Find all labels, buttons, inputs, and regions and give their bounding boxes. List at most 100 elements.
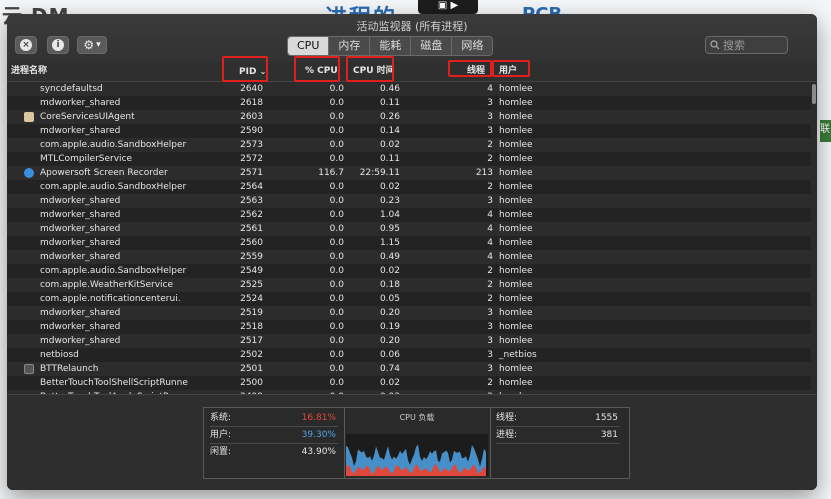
process-pid: 2571 [240, 168, 263, 178]
process-pid: 2618 [240, 98, 263, 108]
process-cpu-percent: 0.0 [329, 140, 344, 150]
search-input[interactable] [720, 38, 779, 52]
cpu-load-graph [346, 434, 488, 476]
tab-cpu[interactable]: CPU [288, 37, 330, 55]
process-cpu-time: 0.14 [379, 126, 400, 136]
process-pid: 2563 [240, 196, 263, 206]
table-row[interactable]: netbiosd 2502 0.0 0.06 3 _netbios [7, 348, 811, 362]
process-threads: 4 [487, 224, 493, 234]
table-row[interactable]: mdworker_shared 2563 0.0 0.23 3 homlee [7, 194, 811, 208]
process-pid: 2572 [240, 154, 263, 164]
chevron-down-icon: ▾ [96, 40, 101, 50]
process-cpu-percent: 0.0 [329, 210, 344, 220]
tab-bar: CPU 内存 能耗 磁盘 网络 [287, 36, 494, 56]
process-cpu-percent: 0.0 [329, 364, 344, 374]
info-icon: i [52, 39, 64, 51]
process-cpu-time: 0.23 [379, 196, 400, 206]
process-name: mdworker_shared [40, 210, 121, 220]
tab-energy[interactable]: 能耗 [370, 37, 412, 55]
process-cpu-time: 1.04 [379, 210, 400, 220]
table-row[interactable]: com.apple.audio.SandboxHelper 2573 0.0 0.02… [7, 138, 811, 152]
process-cpu-percent: 0.0 [329, 252, 344, 262]
table-row[interactable]: CoreServicesUIAgent 2603 0.0 0.26 3 homlee [7, 110, 811, 124]
process-cpu-time: 0.11 [379, 98, 400, 108]
process-threads: 3 [487, 98, 493, 108]
table-row[interactable]: mdworker_shared 2561 0.0 0.95 4 homlee [7, 222, 811, 236]
process-pid: 2501 [240, 364, 263, 374]
process-user: homlee [499, 322, 533, 332]
activity-monitor-window: 活动监视器 (所有进程) × i ⚙ ▾ CPU 内存 能耗 磁盘 网络 进程名… [7, 14, 817, 490]
process-threads: 2 [487, 378, 493, 388]
table-row[interactable]: mdworker_shared 2618 0.0 0.11 3 homlee [7, 96, 811, 110]
table-row[interactable]: mdworker_shared 2517 0.0 0.20 3 homlee [7, 334, 811, 348]
highlight-box-pid [222, 56, 268, 82]
tab-network[interactable]: 网络 [452, 37, 493, 55]
process-user: homlee [499, 196, 533, 206]
table-row[interactable]: mdworker_shared 2560 0.0 1.15 4 homlee [7, 236, 811, 250]
inspect-process-button[interactable]: i [47, 36, 69, 54]
stat-threads: 线程: 1555 [496, 410, 620, 427]
table-row[interactable]: BTTRelaunch 2501 0.0 0.74 3 homlee [7, 362, 811, 376]
table-row[interactable]: com.apple.audio.SandboxHelper 2564 0.0 0.02… [7, 180, 811, 194]
stat-system-value: 16.81% [301, 413, 336, 423]
stat-user-label: 用户: [210, 430, 232, 440]
tab-memory[interactable]: 内存 [329, 37, 371, 55]
background-toolbar[interactable]: ▣ ▶ [418, 0, 478, 14]
actions-menu-button[interactable]: ⚙ ▾ [77, 36, 107, 54]
stat-user: 用户: 39.30% [210, 427, 338, 444]
process-user: homlee [499, 294, 533, 304]
process-table[interactable]: syncdefaultsd 2640 0.0 0.46 4 homlee mdworker_… [7, 82, 811, 394]
process-cpu-percent: 0.0 [329, 112, 344, 122]
stat-idle-label: 闲置: [210, 447, 232, 457]
table-row[interactable]: mdworker_shared 2519 0.0 0.20 3 homlee [7, 306, 811, 320]
table-row[interactable]: com.apple.notificationcenterui. 2524 0.0 0.… [7, 292, 811, 306]
scrollbar-thumb[interactable] [812, 84, 816, 104]
process-cpu-percent: 0.0 [329, 126, 344, 136]
process-cpu-time: 0.20 [379, 308, 400, 318]
quit-process-button[interactable]: × [15, 36, 37, 54]
summary-area: 系统: 16.81% 用户: 39.30% 闲置: 43.90% CPU 负载 … [7, 394, 817, 490]
table-row[interactable]: mdworker_shared 2518 0.0 0.19 3 homlee [7, 320, 811, 334]
process-user: homlee [499, 126, 533, 136]
process-cpu-percent: 0.0 [329, 98, 344, 108]
table-row[interactable]: mdworker_shared 2562 0.0 1.04 4 homlee [7, 208, 811, 222]
process-cpu-time: 0.19 [379, 322, 400, 332]
process-name: com.apple.audio.SandboxHelper [40, 182, 187, 192]
table-row[interactable]: MTLCompilerService 2572 0.0 0.11 2 homlee [7, 152, 811, 166]
process-user: _netbios [499, 350, 537, 360]
table-row[interactable]: com.apple.audio.SandboxHelper 2549 0.0 0.02… [7, 264, 811, 278]
process-user: homlee [499, 238, 533, 248]
process-cpu-time: 0.02 [379, 182, 400, 192]
process-name: mdworker_shared [40, 238, 121, 248]
process-cpu-percent: 0.0 [329, 196, 344, 206]
process-threads: 2 [487, 182, 493, 192]
process-name: com.apple.audio.SandboxHelper [40, 266, 187, 276]
process-cpu-percent: 0.0 [329, 224, 344, 234]
recorder-icon [24, 168, 34, 178]
background-side-tab[interactable]: 联 [820, 120, 831, 142]
process-name: mdworker_shared [40, 126, 121, 136]
process-name: BetterTouchToolShellScriptRunne [40, 378, 188, 388]
column-header-name[interactable]: 进程名称 [11, 62, 47, 81]
table-row[interactable]: Apowersoft Screen Recorder 2571 116.7 22:59… [7, 166, 811, 180]
process-name: com.apple.audio.SandboxHelper [40, 140, 187, 150]
process-cpu-percent: 0.0 [329, 322, 344, 332]
search-field[interactable] [705, 36, 788, 54]
close-icon: × [20, 39, 32, 51]
stat-processes-value: 381 [600, 430, 618, 440]
process-user: homlee [499, 98, 533, 108]
process-name: netbiosd [40, 350, 79, 360]
scrollbar[interactable] [811, 82, 817, 394]
stat-processes-label: 进程: [496, 430, 518, 440]
table-row[interactable]: com.apple.WeatherKitService 2525 0.0 0.18 2 h… [7, 278, 811, 292]
stat-threads-label: 线程: [496, 413, 518, 423]
table-row[interactable]: mdworker_shared 2559 0.0 0.49 4 homlee [7, 250, 811, 264]
tab-disk[interactable]: 磁盘 [411, 37, 453, 55]
process-cpu-percent: 0.0 [329, 294, 344, 304]
process-user: homlee [499, 252, 533, 262]
table-row[interactable]: syncdefaultsd 2640 0.0 0.46 4 homlee [7, 82, 811, 96]
table-row[interactable]: BetterTouchToolShellScriptRunne 2500 0.0 0.… [7, 376, 811, 390]
process-name: mdworker_shared [40, 224, 121, 234]
gear-icon: ⚙ [83, 38, 95, 52]
table-row[interactable]: mdworker_shared 2590 0.0 0.14 3 homlee [7, 124, 811, 138]
